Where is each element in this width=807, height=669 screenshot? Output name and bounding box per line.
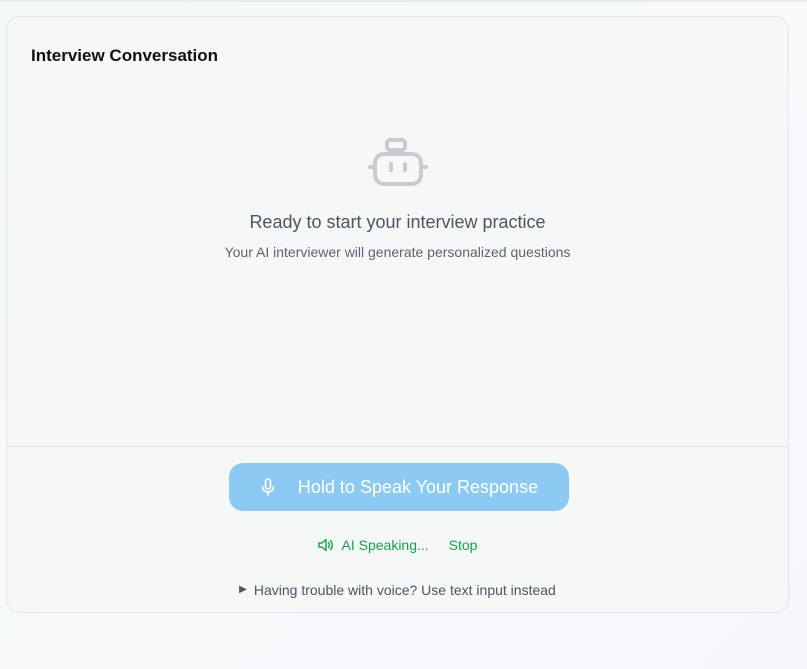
- ai-speaking-status: AI Speaking... Stop: [7, 536, 788, 554]
- speaker-icon: [317, 538, 333, 552]
- empty-state: Ready to start your interview practice Y…: [7, 137, 788, 261]
- robot-icon: [367, 138, 428, 186]
- stop-button[interactable]: Stop: [449, 536, 478, 554]
- card-title: Interview Conversation: [31, 46, 219, 65]
- empty-state-title: Ready to start your interview practice: [249, 212, 546, 232]
- text-input-fallback-toggle[interactable]: ▶ Having trouble with voice? Use text in…: [7, 581, 788, 599]
- empty-state-subtitle: Your AI interviewer will generate person…: [224, 244, 571, 260]
- interview-conversation-card: Interview Conversation Ready to start yo…: [6, 16, 789, 613]
- top-border: [0, 0, 807, 2]
- hold-to-speak-label: Hold to Speak Your Response: [297, 476, 539, 497]
- ai-speaking-text: AI Speaking...: [341, 537, 429, 553]
- triangle-right-icon: ▶: [239, 584, 247, 595]
- microphone-icon: [261, 478, 275, 496]
- text-input-fallback-label: Having trouble with voice? Use text inpu…: [253, 582, 556, 598]
- divider: [7, 446, 788, 447]
- hold-to-speak-button[interactable]: Hold to Speak Your Response: [229, 463, 569, 511]
